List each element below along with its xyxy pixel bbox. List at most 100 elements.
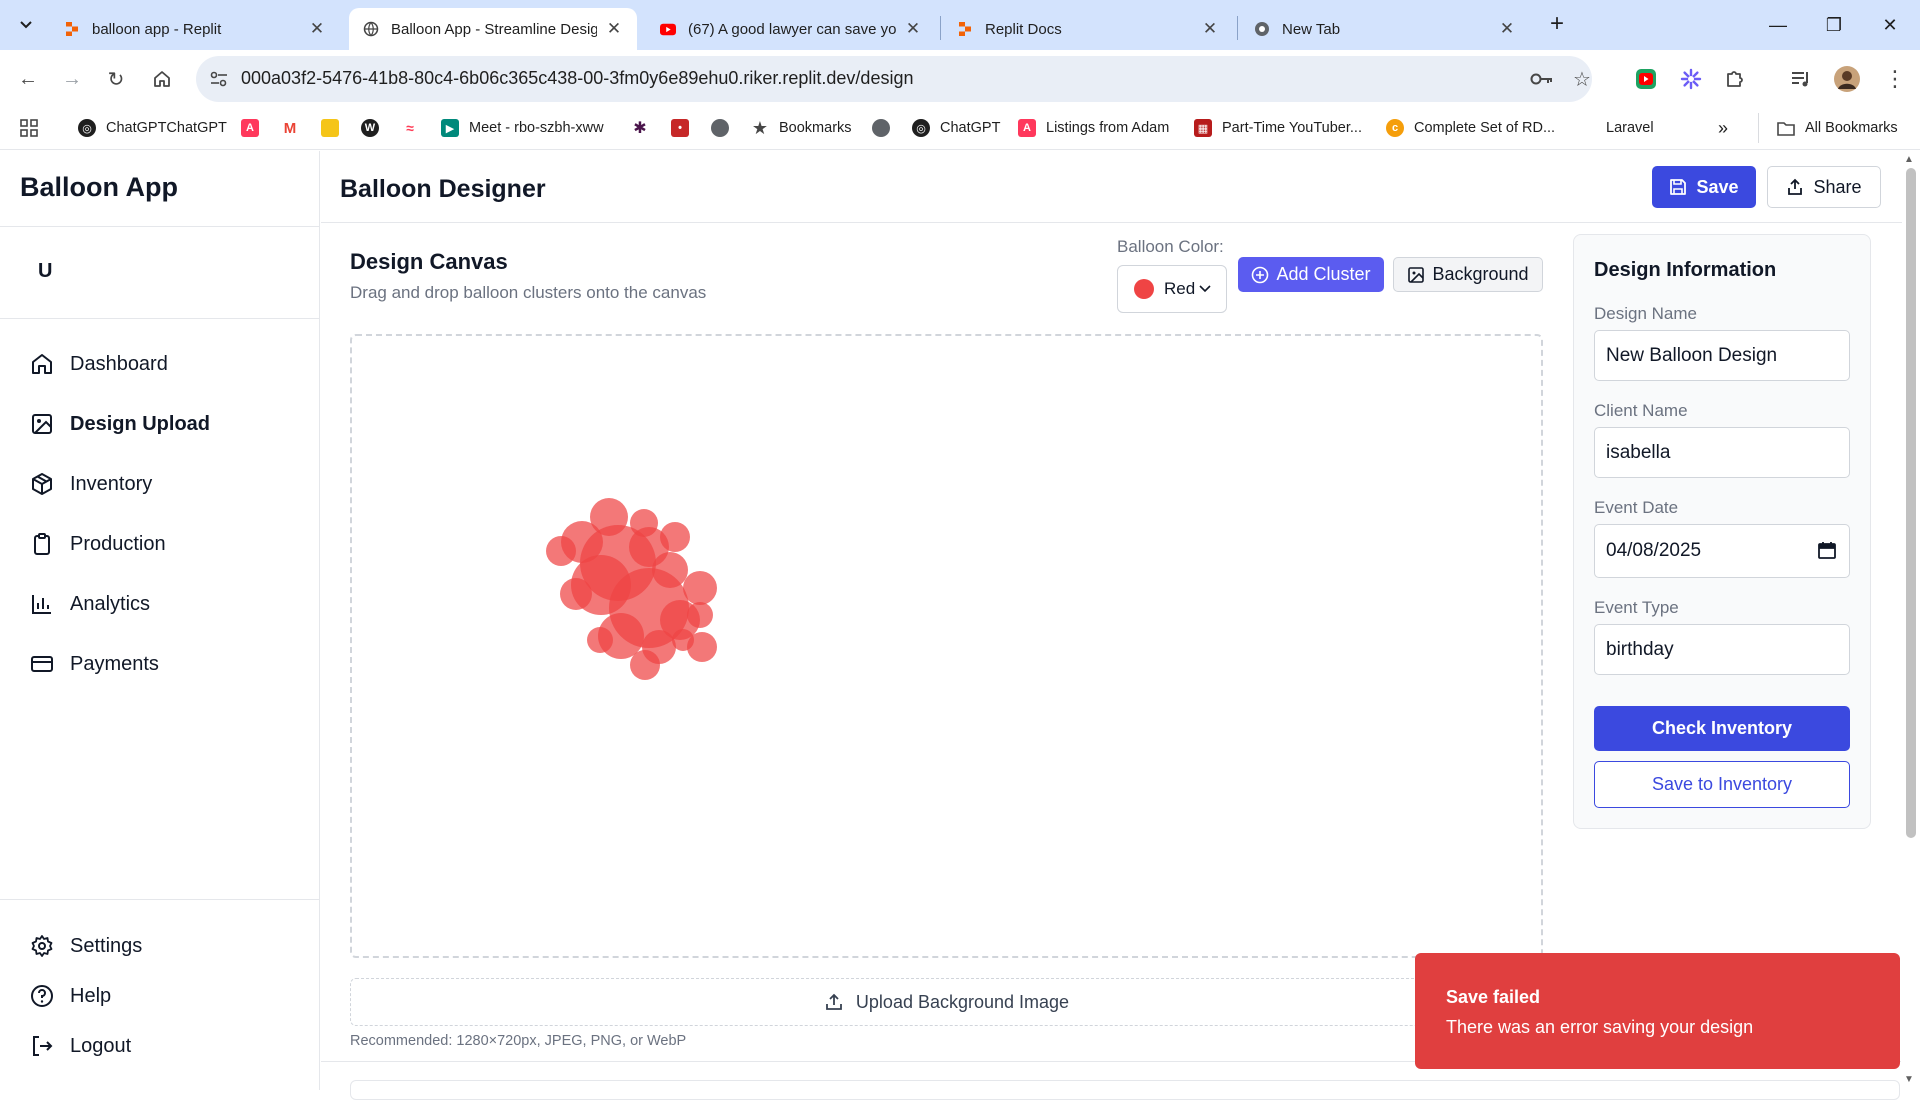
bookmark-item[interactable]: ▶ Meet - rbo-szbh-xww bbox=[441, 113, 604, 143]
sidebar-item-payments[interactable]: Payments bbox=[28, 646, 159, 682]
bookmark-item[interactable] bbox=[872, 113, 900, 143]
window-close-icon[interactable]: ✕ bbox=[1862, 0, 1918, 50]
media-control-icon[interactable] bbox=[1786, 64, 1816, 94]
client-name-value: isabella bbox=[1606, 441, 1671, 463]
bookmark-item[interactable]: ◎ ChatGPT bbox=[912, 113, 1000, 143]
sidebar-item-design-upload[interactable]: Design Upload bbox=[28, 406, 210, 442]
apps-grid-icon[interactable] bbox=[20, 113, 38, 143]
tab-separator bbox=[940, 16, 941, 40]
browser-tab[interactable]: Replit Docs ✕ bbox=[943, 8, 1233, 50]
forward-arrow-icon[interactable]: → bbox=[56, 63, 88, 95]
user-avatar[interactable]: U bbox=[38, 260, 52, 283]
bookmark-item[interactable]: ▦ Part-Time YouTuber... bbox=[1194, 113, 1362, 143]
sidebar-item-logout[interactable]: Logout bbox=[28, 1028, 131, 1064]
reload-icon[interactable]: ↻ bbox=[100, 63, 132, 95]
password-key-icon[interactable] bbox=[1527, 64, 1557, 94]
bookmarks-overflow-icon[interactable]: » bbox=[1718, 113, 1728, 143]
all-bookmarks-button[interactable]: All Bookmarks bbox=[1758, 113, 1898, 143]
bookmark-item[interactable]: A bbox=[241, 113, 269, 143]
sidebar-divider bbox=[0, 226, 320, 227]
page-title: Balloon Designer bbox=[340, 175, 546, 203]
app-brand[interactable]: Balloon App bbox=[20, 172, 178, 203]
balloon-color-label: Balloon Color: bbox=[1117, 237, 1224, 256]
sidebar-item-help[interactable]: Help bbox=[28, 978, 111, 1014]
tab-close-icon[interactable]: ✕ bbox=[605, 19, 623, 39]
url-text[interactable]: 000a03f2-5476-41b8-80c4-6b06c365c438-00-… bbox=[241, 68, 913, 89]
browser-tab[interactable]: New Tab ✕ bbox=[1240, 8, 1530, 50]
background-label: Background bbox=[1432, 264, 1529, 284]
extensions-puzzle-icon[interactable] bbox=[1720, 64, 1750, 94]
sidebar-item-analytics[interactable]: Analytics bbox=[28, 586, 150, 622]
browser-menu-icon[interactable]: ⋮ bbox=[1880, 64, 1910, 94]
share-label: Share bbox=[1813, 176, 1862, 197]
calendar-icon[interactable] bbox=[1817, 540, 1837, 560]
tab-close-icon[interactable]: ✕ bbox=[308, 19, 326, 39]
meet-icon: ▶ bbox=[441, 119, 459, 137]
sidebar-item-settings[interactable]: Settings bbox=[28, 928, 142, 964]
bookmark-item[interactable]: ✱ bbox=[631, 113, 659, 143]
client-name-label: Client Name bbox=[1594, 401, 1688, 420]
check-inventory-button[interactable]: Check Inventory bbox=[1594, 706, 1850, 751]
share-button[interactable]: Share bbox=[1767, 166, 1881, 208]
balloon-color-select[interactable]: Red bbox=[1117, 265, 1227, 313]
browser-tab[interactable]: (67) A good lawyer can save you ✕ bbox=[646, 8, 936, 50]
profile-avatar[interactable] bbox=[1832, 64, 1862, 94]
openai-icon: ◎ bbox=[78, 119, 96, 137]
gmail-icon: M bbox=[281, 119, 299, 137]
bookmark-item[interactable]: • bbox=[671, 113, 699, 143]
sidebar-item-inventory[interactable]: Inventory bbox=[28, 466, 152, 502]
save-to-inventory-button[interactable]: Save to Inventory bbox=[1594, 761, 1850, 808]
site-info-icon[interactable] bbox=[208, 68, 230, 90]
bookmark-item[interactable]: A Listings from Adam bbox=[1018, 113, 1169, 143]
flower-extension-icon[interactable] bbox=[1676, 64, 1706, 94]
bookmark-item[interactable]: ≈ bbox=[401, 113, 429, 143]
bookmark-item[interactable]: W bbox=[361, 113, 389, 143]
tab-search-chevron-icon[interactable] bbox=[10, 10, 42, 40]
scrollbar-thumb[interactable] bbox=[1906, 168, 1916, 838]
youtube-extension-icon[interactable] bbox=[1631, 64, 1661, 94]
design-canvas[interactable] bbox=[350, 334, 1543, 958]
scroll-down-arrow-icon[interactable]: ▼ bbox=[1904, 1074, 1914, 1085]
browser-tab-active[interactable]: Balloon App - Streamline Design ✕ bbox=[349, 8, 637, 50]
new-tab-plus-icon[interactable]: + bbox=[1542, 10, 1572, 40]
error-toast[interactable]: Save failed There was an error saving yo… bbox=[1415, 953, 1900, 1069]
upload-background-button[interactable]: Upload Background Image bbox=[350, 978, 1543, 1026]
upload-hint: Recommended: 1280×720px, JPEG, PNG, or W… bbox=[350, 1033, 687, 1049]
sidebar-item-dashboard[interactable]: Dashboard bbox=[28, 346, 168, 382]
save-button[interactable]: Save bbox=[1652, 166, 1756, 208]
event-date-field[interactable]: 04/08/2025 bbox=[1594, 524, 1850, 578]
restore-icon[interactable]: ❐ bbox=[1806, 0, 1862, 50]
add-cluster-button[interactable]: Add Cluster bbox=[1238, 257, 1384, 292]
plus-circle-icon bbox=[1251, 266, 1269, 284]
client-name-field[interactable]: isabella bbox=[1594, 427, 1850, 478]
folder-icon bbox=[1777, 119, 1795, 137]
bookmark-item[interactable]: ★ Bookmarks bbox=[751, 113, 852, 143]
sidebar-item-production[interactable]: Production bbox=[28, 526, 166, 562]
browser-tab[interactable]: balloon app - Replit ✕ bbox=[50, 8, 340, 50]
minimize-icon[interactable]: — bbox=[1750, 0, 1806, 50]
airbnb-icon: A bbox=[241, 119, 259, 137]
tab-close-icon[interactable]: ✕ bbox=[1498, 19, 1516, 39]
bookmark-item[interactable]: c Complete Set of RD... bbox=[1386, 113, 1555, 143]
balloon-cluster[interactable] bbox=[540, 490, 730, 680]
sidebar-item-label: Design Upload bbox=[70, 412, 211, 435]
bookmark-item[interactable] bbox=[711, 113, 739, 143]
background-button[interactable]: Background bbox=[1393, 257, 1543, 292]
globe-icon bbox=[363, 21, 379, 37]
sidebar-item-label: Help bbox=[70, 984, 112, 1007]
sidebar-item-label: Dashboard bbox=[70, 352, 168, 375]
bookmark-item[interactable]: Laravel bbox=[1606, 113, 1654, 143]
bookmark-star-icon[interactable]: ☆ bbox=[1567, 64, 1597, 94]
tab-close-icon[interactable]: ✕ bbox=[1201, 19, 1219, 39]
scroll-up-arrow-icon[interactable]: ▲ bbox=[1904, 154, 1914, 165]
event-date-label: Event Date bbox=[1594, 498, 1679, 517]
sidebar-item-label: Analytics bbox=[70, 592, 151, 615]
back-arrow-icon[interactable]: ← bbox=[12, 63, 44, 95]
bookmark-item[interactable]: M bbox=[281, 113, 309, 143]
home-icon[interactable] bbox=[146, 63, 178, 95]
tab-close-icon[interactable]: ✕ bbox=[904, 19, 922, 39]
event-type-field[interactable]: birthday bbox=[1594, 624, 1850, 675]
bookmark-item[interactable] bbox=[321, 113, 349, 143]
bookmark-item[interactable]: ◎ ChatGPTChatGPT bbox=[78, 113, 227, 143]
design-name-field[interactable]: New Balloon Design bbox=[1594, 330, 1850, 381]
